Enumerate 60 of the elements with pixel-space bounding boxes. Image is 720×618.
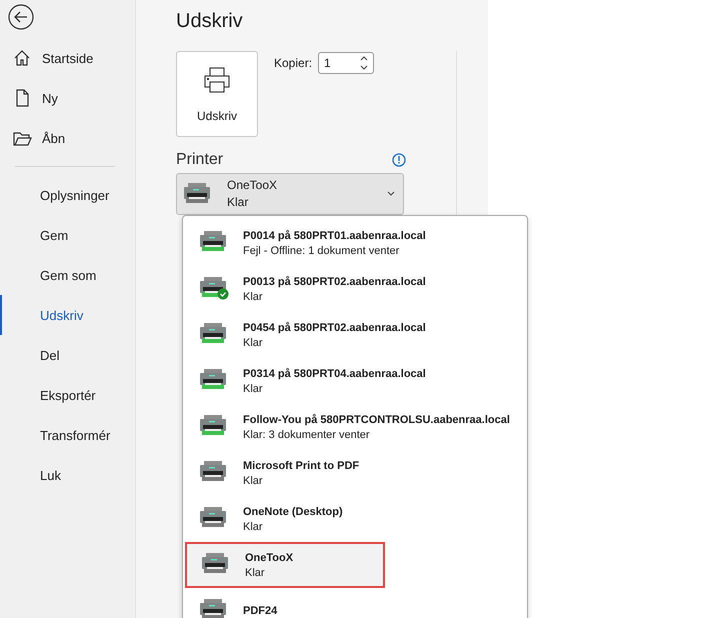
printer-status: Klar [243, 382, 264, 394]
printer-name: Microsoft Print to PDF [243, 460, 360, 472]
printer-icon [201, 552, 231, 576]
page-title: Udskriv [176, 10, 244, 33]
printer-name: OneTooX [227, 178, 278, 193]
printer-icon [199, 230, 229, 254]
printer-option[interactable]: OneTooX Klar [185, 542, 385, 588]
print-button[interactable]: Udskriv [176, 51, 258, 137]
printer-name: P0014 på 580PRT01.aabenraa.local [243, 230, 426, 242]
copies-spin-field[interactable]: 1 [318, 52, 374, 74]
printer-name: OneNote (Desktop) [243, 506, 343, 518]
printer-icon [199, 506, 229, 530]
printer-status: Klar [243, 336, 264, 348]
printer-status: Klar [243, 290, 264, 302]
printer-status: Klar [243, 474, 264, 486]
sidebar-item[interactable]: Startside [0, 38, 135, 78]
sidebar-item[interactable]: Transformér [0, 415, 135, 455]
printer-heading: Printer [176, 151, 224, 169]
printer-icon [199, 322, 229, 346]
printer-name: PDF24 [243, 605, 278, 617]
spin-arrows-icon [360, 56, 368, 70]
sidebar-item[interactable]: Gem som [0, 255, 135, 295]
printer-icon [183, 182, 213, 206]
default-printer-icon [199, 276, 229, 300]
printer-icon [199, 368, 229, 392]
printer-icon [199, 460, 229, 484]
printer-option[interactable]: P0314 på 580PRT04.aabenraa.local Klar [183, 358, 527, 404]
printer-name: P0314 på 580PRT04.aabenraa.local [243, 368, 426, 380]
info-icon [392, 153, 406, 167]
printer-option[interactable]: P0013 på 580PRT02.aabenraa.local Klar [183, 266, 527, 312]
printer-icon [202, 65, 232, 95]
printer-name: P0013 på 580PRT02.aabenraa.local [243, 276, 426, 288]
back-icon[interactable] [8, 4, 34, 30]
printer-option[interactable]: Microsoft Print to PDF Klar [183, 450, 527, 496]
sidebar-item[interactable]: Ny [0, 78, 135, 118]
printer-status: Klar: 3 dokumenter venter [243, 428, 371, 440]
printer-status: Klar [227, 195, 250, 210]
printer-option[interactable]: OneNote (Desktop) Klar [183, 496, 527, 542]
sidebar-item[interactable]: Åbn [0, 118, 135, 158]
printer-icon [199, 598, 229, 618]
sidebar-item[interactable]: Eksportér [0, 375, 135, 415]
home-icon [12, 48, 32, 68]
printer-status: Fejl - Offline: 1 dokument venter [243, 244, 400, 256]
printer-dropdown[interactable]: OneTooX Klar [176, 173, 404, 215]
printer-option[interactable]: P0454 på 580PRT02.aabenraa.local Klar [183, 312, 527, 358]
sidebar-item[interactable]: Del [0, 335, 135, 375]
sidebar-item[interactable]: Gem [0, 215, 135, 255]
printer-name: Follow-You på 580PRTCONTROLSU.aabenraa.local [243, 414, 510, 426]
chevron-down-icon [387, 191, 395, 197]
printer-icon [199, 414, 229, 438]
sidebar-item[interactable]: Luk [0, 455, 135, 495]
sidebar-item[interactable]: Oplysninger [0, 175, 135, 215]
printer-status: Klar [245, 566, 266, 578]
printer-option[interactable]: P0014 på 580PRT01.aabenraa.local Fejl - Offline: 1 dokument venter [183, 220, 527, 266]
printer-name: P0454 på 580PRT02.aabenraa.local [243, 322, 426, 334]
printer-option[interactable]: PDF24 [183, 588, 527, 618]
printer-option[interactable]: Follow-You på 580PRTCONTROLSU.aabenraa.local Klar: 3 dokumenter venter [183, 404, 527, 450]
printer-status: Klar [243, 520, 264, 532]
printer-name: OneTooX [245, 552, 294, 564]
copies-label: Kopier: [274, 56, 312, 70]
